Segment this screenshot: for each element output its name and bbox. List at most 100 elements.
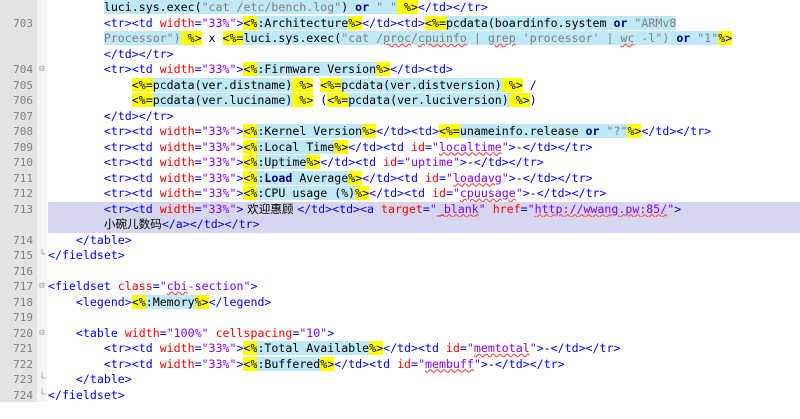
code-line[interactable]: <tr><td width="33%"><%:Local Time%></td>… — [48, 139, 800, 156]
code-token: - — [543, 341, 551, 355]
code-line[interactable]: <tr><td width="33%"><%:Total Available%>… — [48, 341, 800, 357]
fold-toggle-icon[interactable]: ⊟ — [37, 326, 47, 342]
code-token: %> — [320, 356, 335, 371]
code-line[interactable]: <tr><td width="33%"> 欢迎惠顾 </td><td><a ta… — [48, 201, 800, 217]
code-line[interactable]: <table width="100%" cellspacing="10"> — [48, 326, 800, 342]
code-token: proc — [383, 31, 412, 45]
code-line[interactable]: </fieldset> — [48, 388, 800, 404]
code-line[interactable] — [48, 264, 800, 280]
code-token: <%= — [320, 77, 342, 92]
line-number: 723 — [13, 373, 33, 386]
line-number: 703 — [13, 16, 33, 30]
code-token: = — [397, 155, 405, 169]
code-line[interactable]: </fieldset> — [48, 248, 800, 264]
code-token: luci.sys.exec( — [103, 0, 202, 14]
code-token: id — [411, 139, 425, 154]
code-editor[interactable]: 703 704 705 706 707 708 709 710 711 712 713 714 715 7… — [0, 0, 800, 402]
line-number: 715 — [13, 249, 33, 262]
code-token: id — [445, 341, 460, 355]
code-line[interactable]: <fieldset class="cbi-section"> — [48, 279, 800, 295]
code-token: <tr><td — [103, 341, 160, 355]
code-token: <% — [243, 155, 258, 169]
code-line[interactable] — [48, 310, 800, 326]
code-token: <%= — [131, 77, 153, 92]
code-token: ( — [313, 93, 328, 107]
code-line[interactable]: <legend><%:Memory%></legend> — [48, 294, 800, 311]
code-token: :Firmware Version — [257, 62, 377, 76]
line-number — [0, 217, 33, 233]
code-token: = — [438, 170, 446, 185]
code-token: = — [445, 186, 453, 200]
code-token: "33%" — [201, 170, 237, 185]
code-token: <%= — [424, 15, 446, 30]
code-token: x — [201, 31, 223, 45]
code-line[interactable]: luci.sys.exec("cat /etc/bench.log") or "… — [48, 0, 800, 16]
code-token: memtotal — [473, 341, 530, 355]
code-token: - — [466, 155, 474, 169]
code-token: = — [194, 15, 202, 30]
code-line[interactable]: </table> — [48, 372, 800, 388]
code-token: </td></tr> — [103, 108, 174, 123]
code-token: " — [527, 201, 535, 216]
code-line[interactable]: <tr><td width="33%"><%:Uptime%></td><td … — [48, 155, 800, 171]
code-line[interactable]: <tr><td width="33%"><%:Buffered%></td><t… — [48, 356, 800, 373]
code-token: <% — [131, 294, 146, 309]
code-token: "33%" — [201, 15, 237, 30]
code-line[interactable]: <tr><td width="33%"><%:Kernel Version%><… — [48, 124, 800, 140]
code-token: " — [418, 356, 425, 371]
code-token: width — [159, 15, 195, 30]
code-line[interactable]: </td></tr> — [48, 109, 800, 125]
code-token: or — [613, 15, 628, 30]
code-token: <% — [243, 186, 258, 200]
code-line[interactable] — [48, 403, 800, 419]
code-token: " — [529, 341, 537, 355]
code-token: "33%" — [201, 62, 237, 76]
code-token: <tr><td — [103, 62, 160, 76]
code-line[interactable]: <tr><td width="33%"><%:Architecture%></t… — [48, 15, 800, 32]
code-token: </td></tr> — [473, 155, 544, 169]
code-token: "33%" — [201, 186, 237, 200]
line-number — [0, 47, 33, 63]
code-line[interactable]: </td></tr> — [48, 47, 800, 63]
code-line[interactable]: <tr><td width="33%"><%:Firmware Version%… — [48, 62, 800, 78]
code-line[interactable]: 小碗儿数码</a></td></tr> — [48, 217, 800, 233]
code-line[interactable]: <%=pcdata(ver.luciname) %> (<%=pcdata(ve… — [48, 93, 800, 109]
line-number — [0, 0, 33, 16]
fold-toggle-icon[interactable]: ⊟ — [37, 279, 47, 295]
line-number: 717 — [13, 280, 33, 293]
fold-toggle-icon: └ — [39, 389, 45, 400]
code-token: "uptime" — [404, 155, 460, 169]
code-token: id — [397, 356, 412, 371]
code-line[interactable]: <tr><td width="33%"><%:Load Average%></t… — [48, 170, 800, 187]
line-number: 704 — [13, 63, 33, 76]
code-line[interactable]: <tr><td width="33%"><%:CPU usage (%)%></… — [48, 186, 800, 202]
line-number: 724 — [13, 388, 33, 402]
code-token: <fieldset — [48, 279, 118, 293]
code-token: 欢迎惠顾 — [243, 201, 298, 216]
code-token: "33%" — [201, 201, 237, 216]
code-token: loadavg — [452, 170, 502, 185]
code-token: <% — [243, 139, 258, 154]
code-token: - — [487, 356, 495, 371]
code-token: > — [536, 341, 544, 355]
code-line[interactable]: Processor") %> x <%=luci.sys.exec("cat /… — [48, 31, 800, 47]
code-token: </table> — [75, 372, 132, 386]
code-token: <tr><td — [103, 201, 160, 216]
code-token: %> — [718, 31, 733, 45]
code-token: "33%" — [201, 139, 237, 154]
code-token: cbi — [166, 279, 188, 293]
code-token: pcdata(ver.luciname) — [152, 93, 293, 107]
line-number — [0, 31, 33, 47]
code-token: = — [159, 325, 167, 340]
code-line[interactable]: <%=pcdata(ver.distname) %> <%=pcdata(ver… — [48, 77, 800, 94]
code-token: = — [194, 201, 202, 216]
code-line[interactable]: </table> — [48, 233, 800, 249]
fold-toggle-icon[interactable]: ⊟ — [37, 62, 47, 78]
